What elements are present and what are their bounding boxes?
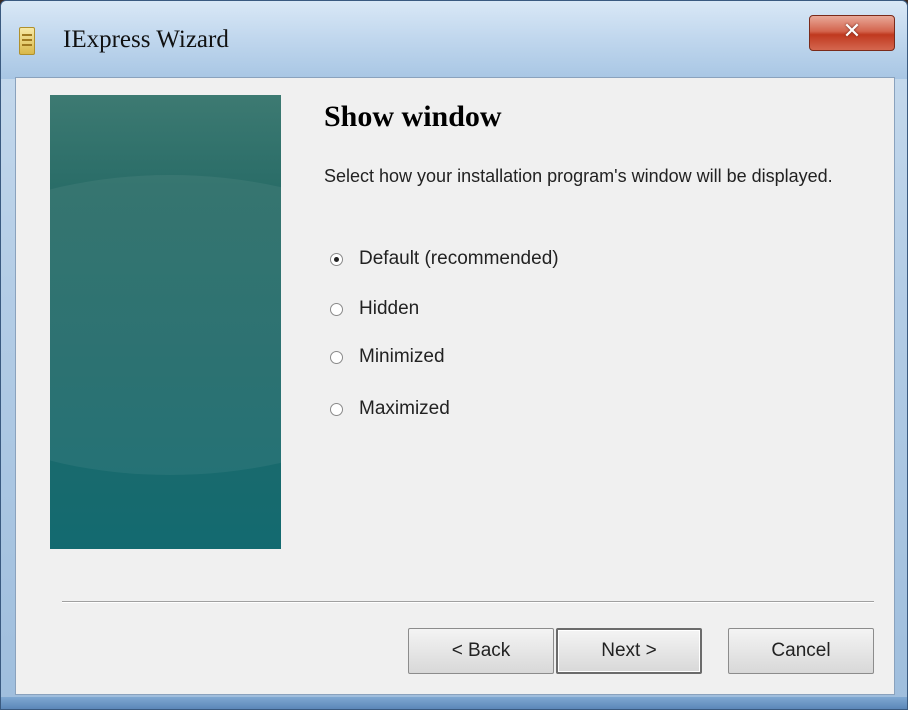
- wizard-side-banner: [50, 95, 281, 549]
- radio-label: Default (recommended): [359, 248, 559, 269]
- wizard-window: IExpress Wizard ✕ Show window Select how…: [0, 0, 908, 710]
- radio-option-hidden[interactable]: Hidden: [330, 296, 419, 322]
- radio-label: Minimized: [359, 346, 445, 367]
- page-title: Show window: [324, 100, 502, 133]
- radio-button[interactable]: [330, 402, 343, 416]
- radio-label: Hidden: [359, 298, 420, 319]
- page-description: Select how your installation program's w…: [324, 166, 833, 186]
- radio-button[interactable]: [330, 350, 343, 364]
- radio-option-default[interactable]: Default (recommended): [330, 246, 559, 272]
- wizard-client-area: Show window Select how your installation…: [15, 77, 895, 695]
- back-button[interactable]: < Back: [408, 628, 554, 674]
- title-bar[interactable]: IExpress Wizard ✕: [1, 1, 907, 79]
- app-icon: [19, 27, 35, 55]
- window-bottom-border: [1, 697, 907, 709]
- close-button[interactable]: ✕: [809, 15, 895, 51]
- cancel-button[interactable]: Cancel: [728, 628, 874, 674]
- radio-button-checked[interactable]: [330, 252, 343, 266]
- window-title: IExpress Wizard: [63, 26, 229, 53]
- radio-option-minimized[interactable]: Minimized: [330, 344, 445, 370]
- button-separator: [62, 601, 874, 603]
- next-button[interactable]: Next >: [556, 628, 702, 674]
- radio-option-maximized[interactable]: Maximized: [330, 396, 450, 422]
- radio-button[interactable]: [330, 302, 343, 316]
- radio-label: Maximized: [359, 398, 450, 419]
